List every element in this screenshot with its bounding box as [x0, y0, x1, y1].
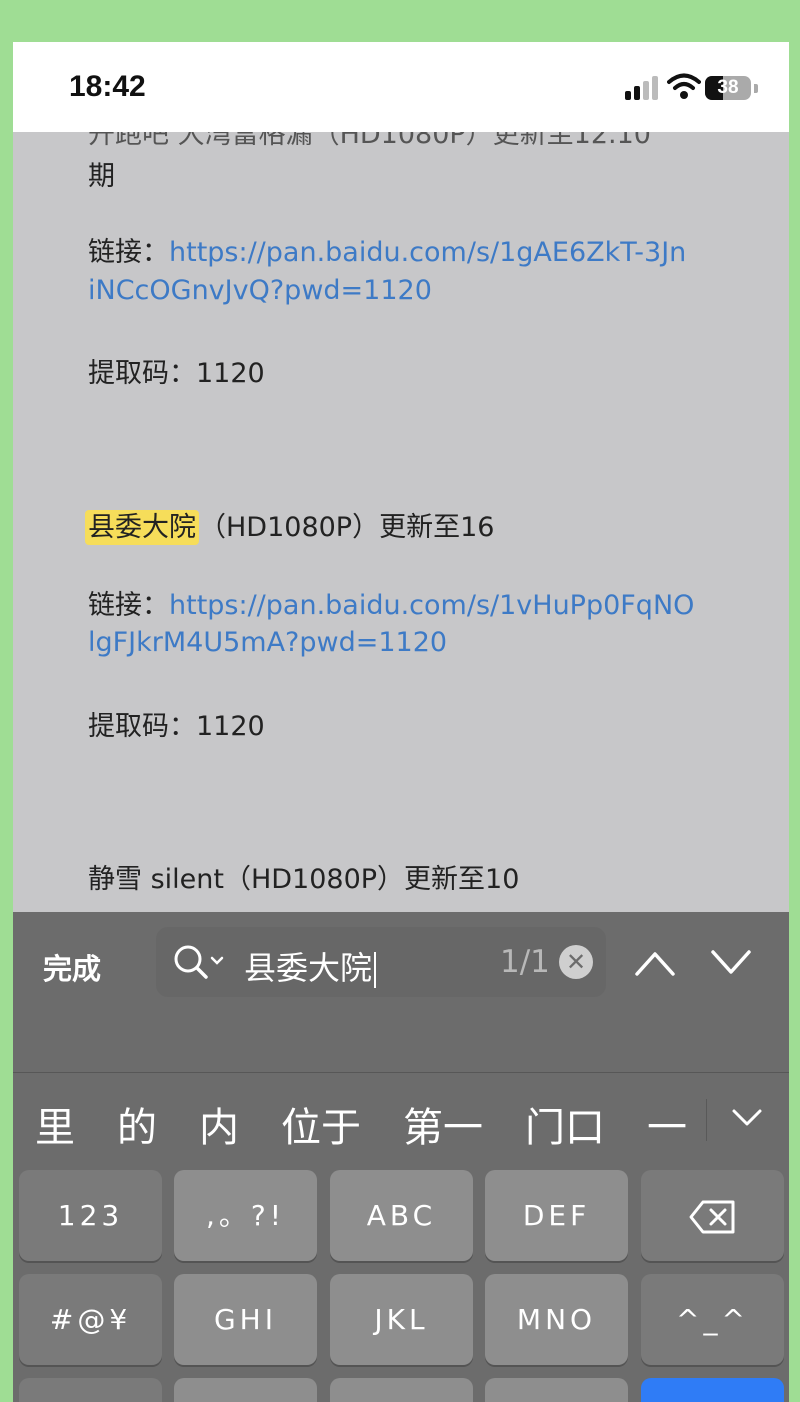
- entry2-link-cont[interactable]: lgFJkrM4U5mA?pwd=1120: [88, 627, 447, 658]
- key-symbols[interactable]: #@¥: [19, 1274, 162, 1365]
- entry2-title: 县委大院 （HD1080P）更新至16: [85, 505, 495, 545]
- text-caret: [374, 952, 377, 988]
- key-123[interactable]: 123: [19, 1170, 162, 1261]
- search-key[interactable]: [641, 1378, 784, 1402]
- battery-icon: 38: [705, 76, 751, 100]
- find-search-box[interactable]: 县委大院 1/1 ✕: [156, 927, 606, 997]
- entry2-code: 提取码：1120: [88, 711, 265, 742]
- key-ghi[interactable]: GHI: [174, 1274, 317, 1365]
- battery-cap: [754, 84, 758, 93]
- search-highlight: 县委大院: [85, 510, 199, 545]
- key-punctuation[interactable]: ,。?!: [174, 1170, 317, 1261]
- candidate-item[interactable]: 位于: [281, 1095, 361, 1153]
- entry2-link-label: 链接：: [88, 590, 169, 621]
- key-jkl[interactable]: JKL: [330, 1274, 473, 1365]
- key-row3-4[interactable]: [485, 1378, 628, 1402]
- find-input[interactable]: 县委大院: [244, 943, 377, 989]
- done-button[interactable]: 完成: [43, 946, 101, 988]
- entry1-link-row: 链接：https://pan.baidu.com/s/1gAE6ZkT-3Jn: [88, 230, 686, 269]
- entry2-link[interactable]: https://pan.baidu.com/s/1vHuPp0FqNO: [169, 590, 694, 621]
- key-abc[interactable]: ABC: [330, 1170, 473, 1261]
- candidate-item[interactable]: 门口: [525, 1095, 605, 1153]
- entry2-link-row: 链接：https://pan.baidu.com/s/1vHuPp0FqNO: [88, 583, 694, 622]
- candidate-item[interactable]: 内: [199, 1095, 239, 1153]
- key-def[interactable]: DEF: [485, 1170, 628, 1261]
- expand-candidates-icon[interactable]: [731, 1107, 763, 1129]
- candidate-bar: 里 的 内 位于 第一 门口 一: [13, 1073, 789, 1163]
- key-row3-3[interactable]: [330, 1378, 473, 1402]
- keyboard: 里 的 内 位于 第一 门口 一 123 ,。?! ABC DEF #@¥ GH…: [13, 1072, 789, 1402]
- line-qi: 期: [88, 161, 115, 192]
- backspace-icon: [689, 1200, 734, 1234]
- entry3-title: 静雪 silent（HD1080P）更新至10: [88, 864, 520, 895]
- entry1-link[interactable]: https://pan.baidu.com/s/1gAE6ZkT-3Jn: [169, 237, 686, 268]
- chevron-down-icon[interactable]: [709, 948, 753, 978]
- key-row3-2[interactable]: [174, 1378, 317, 1402]
- candidate-item[interactable]: 第一: [403, 1095, 483, 1153]
- wifi-icon: [667, 73, 701, 99]
- find-in-page-bar: 完成 县委大院 1/1 ✕: [13, 912, 789, 1072]
- find-query: 县委大院: [244, 949, 373, 987]
- status-time: 18:42: [69, 70, 146, 103]
- backspace-key[interactable]: [641, 1170, 784, 1261]
- entry2-title-rest: （HD1080P）更新至16: [199, 512, 495, 543]
- battery-level: 38: [717, 77, 739, 98]
- entry1-link-cont[interactable]: iNCcOGnvJvQ?pwd=1120: [88, 275, 432, 306]
- status-bar: 18:42 38: [13, 42, 789, 132]
- entry1-link-label: 链接：: [88, 237, 169, 268]
- key-row3-1[interactable]: [19, 1378, 162, 1402]
- key-mno[interactable]: MNO: [485, 1274, 628, 1365]
- candidate-item[interactable]: 的: [117, 1095, 157, 1153]
- search-options-icon[interactable]: [172, 943, 232, 983]
- candidate-item[interactable]: 里: [35, 1095, 75, 1153]
- clear-icon[interactable]: ✕: [559, 945, 593, 979]
- candidate-item[interactable]: 一: [647, 1095, 687, 1153]
- key-emoticon[interactable]: ^_^: [641, 1274, 784, 1365]
- match-count: 1/1: [500, 944, 550, 980]
- candidate-divider: [706, 1099, 707, 1141]
- chevron-up-icon[interactable]: [633, 948, 677, 978]
- entry1-code: 提取码：1120: [88, 358, 265, 389]
- phone-screen: 18:42 38 开跑吧 大湾富格漏（HD1080P）更新至12.10 期 链接…: [13, 42, 789, 1402]
